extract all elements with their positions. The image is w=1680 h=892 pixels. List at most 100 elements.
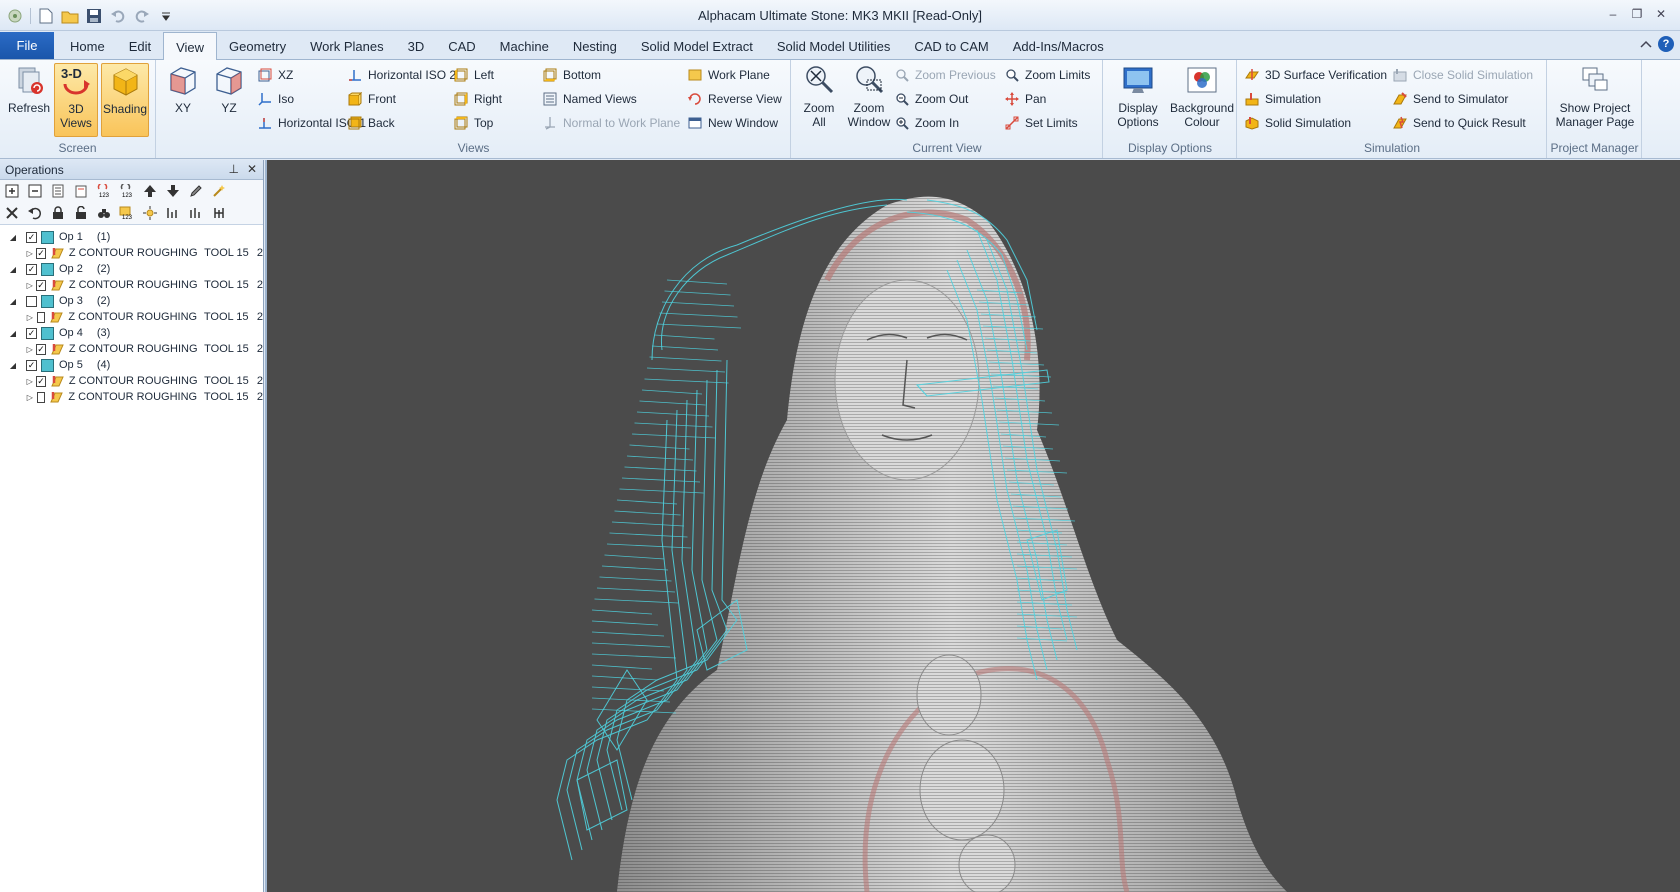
tab-add-ins-macros[interactable]: Add-Ins/Macros [1001, 32, 1116, 60]
tool-group-icon[interactable] [209, 203, 229, 223]
zoom-in-button[interactable]: Zoom In [894, 113, 959, 133]
view-left-button[interactable]: Left [453, 65, 494, 85]
view-xz-button[interactable]: XZ [257, 65, 293, 85]
toolpath-checkbox[interactable]: ✓ [36, 343, 46, 355]
shading-button[interactable]: Shading [101, 63, 149, 137]
collapse-arrow-icon[interactable]: ◢ [8, 232, 18, 242]
explode-icon[interactable] [140, 203, 160, 223]
display-options-button[interactable]: Display Options [1110, 63, 1166, 129]
zoom-window-button[interactable]: Zoom Window [844, 63, 894, 129]
undo-operation-icon[interactable] [25, 203, 45, 223]
toolpath-checkbox[interactable] [36, 311, 46, 323]
new-window-button[interactable]: New Window [687, 113, 778, 133]
view-back-button[interactable]: Back [347, 113, 395, 133]
tab-work-planes[interactable]: Work Planes [298, 32, 395, 60]
tab-machine[interactable]: Machine [488, 32, 561, 60]
collapse-arrow-icon[interactable]: ◢ [8, 296, 18, 306]
tab-nesting[interactable]: Nesting [561, 32, 629, 60]
toolpath-row[interactable]: ▷ ✓ Z CONTOUR ROUGHING TOOL 15 2 [0, 245, 263, 261]
view-iso-button[interactable]: Iso [257, 89, 294, 109]
toolpath-checkbox[interactable] [36, 391, 46, 403]
view-right-button[interactable]: Right [453, 89, 502, 109]
view-bottom-button[interactable]: Bottom [542, 65, 601, 85]
tab-cad-to-cam[interactable]: CAD to CAM [902, 32, 1000, 60]
show-project-manager-page-button[interactable]: Show Project Manager Page [1551, 63, 1639, 129]
operation-checkbox[interactable] [26, 295, 37, 307]
wand-icon[interactable] [209, 181, 229, 201]
solid-simulation-button[interactable]: Solid Simulation [1244, 113, 1351, 133]
zoom-previous-button[interactable]: Zoom Previous [894, 65, 996, 85]
help-icon[interactable]: ? [1658, 36, 1674, 52]
send-to-simulator-button[interactable]: Send to Simulator [1392, 89, 1508, 109]
tool-order-icon[interactable] [163, 203, 183, 223]
toolpath-checkbox[interactable]: ✓ [36, 279, 46, 291]
tab-view[interactable]: View [163, 32, 218, 61]
operation-row[interactable]: ◢ ✓ Op 1 (1) [0, 229, 263, 245]
operation-row[interactable]: ◢ ✓ Op 4 (3) [0, 325, 263, 341]
expand-arrow-icon[interactable]: ▷ [26, 280, 33, 290]
renumber-icon[interactable]: 123 [94, 181, 114, 201]
view-yz-button[interactable]: YZ [209, 63, 249, 115]
collapse-ribbon-icon[interactable] [1640, 39, 1652, 49]
normal-to-work-plane-button[interactable]: Normal to Work Plane [542, 113, 680, 133]
3d-surface-verification-button[interactable]: 3D Surface Verification [1244, 65, 1387, 85]
file-tab[interactable]: File [0, 32, 54, 59]
operation-row[interactable]: ◢ ✓ Op 5 (4) [0, 357, 263, 373]
collapse-arrow-icon[interactable]: ◢ [8, 328, 18, 338]
collapse-arrow-icon[interactable]: ◢ [8, 360, 18, 370]
tab-solid-model-utilities[interactable]: Solid Model Utilities [765, 32, 902, 60]
expand-arrow-icon[interactable]: ▷ [26, 248, 33, 258]
reorder-icon[interactable]: 123 [117, 181, 137, 201]
background-colour-button[interactable]: Background Colour [1170, 63, 1234, 129]
minimize-button[interactable]: – [1602, 4, 1624, 24]
close-panel-icon[interactable]: ✕ [247, 162, 257, 176]
collapse-arrow-icon[interactable]: ◢ [8, 264, 18, 274]
toolpath-row[interactable]: ▷ ✓ Z CONTOUR ROUGHING TOOL 15 2 [0, 277, 263, 293]
expand-all-icon[interactable] [2, 181, 22, 201]
refresh-button[interactable]: Refresh [6, 63, 52, 115]
unlock-icon[interactable] [71, 203, 91, 223]
send-to-quick-result-button[interactable]: Send to Quick Result [1392, 113, 1526, 133]
toolpath-row[interactable]: ▷ ✓ Z CONTOUR ROUGHING TOOL 15 2 [0, 373, 263, 389]
move-down-icon[interactable] [163, 181, 183, 201]
view-horizontal-iso2-button[interactable]: Horizontal ISO 2 [347, 65, 456, 85]
zoom-all-button[interactable]: Zoom All [798, 63, 840, 129]
tab-cad[interactable]: CAD [436, 32, 487, 60]
reverse-view-button[interactable]: Reverse View [687, 89, 782, 109]
expand-arrow-icon[interactable]: ▷ [26, 376, 33, 386]
close-solid-simulation-button[interactable]: Close Solid Simulation [1392, 65, 1533, 85]
simulation-button[interactable]: Simulation [1244, 89, 1321, 109]
pencil-icon[interactable] [186, 181, 206, 201]
set-limits-button[interactable]: Set Limits [1004, 113, 1078, 133]
tab-3d[interactable]: 3D [396, 32, 437, 60]
expand-arrow-icon[interactable]: ▷ [26, 392, 34, 402]
operation-checkbox[interactable]: ✓ [26, 263, 37, 275]
collapse-all-icon[interactable] [25, 181, 45, 201]
pin-panel-icon[interactable]: ⊥ [228, 162, 238, 176]
toolpath-checkbox[interactable]: ✓ [36, 247, 46, 259]
pan-button[interactable]: Pan [1004, 89, 1046, 109]
number-list-icon[interactable]: 123 [117, 203, 137, 223]
operation-row[interactable]: ◢ ✓ Op 2 (2) [0, 261, 263, 277]
tab-solid-model-extract[interactable]: Solid Model Extract [629, 32, 765, 60]
tool-sort-icon[interactable] [186, 203, 206, 223]
3d-viewport[interactable] [265, 160, 1680, 892]
delete-icon[interactable] [2, 203, 22, 223]
operation-checkbox[interactable]: ✓ [26, 327, 37, 339]
3d-views-button[interactable]: 3-D 3D Views [54, 63, 98, 137]
tab-home[interactable]: Home [58, 32, 117, 60]
operation-checkbox[interactable]: ✓ [26, 231, 37, 243]
properties-icon[interactable] [48, 181, 68, 201]
view-xy-button[interactable]: XY [163, 63, 203, 115]
expand-arrow-icon[interactable]: ▷ [26, 312, 34, 322]
tab-geometry[interactable]: Geometry [217, 32, 298, 60]
expand-arrow-icon[interactable]: ▷ [26, 344, 33, 354]
operation-checkbox[interactable]: ✓ [26, 359, 37, 371]
close-window-button[interactable]: ✕ [1650, 4, 1672, 24]
toolpath-row[interactable]: ▷ ✓ Z CONTOUR ROUGHING TOOL 15 2 [0, 341, 263, 357]
find-icon[interactable] [94, 203, 114, 223]
work-plane-button[interactable]: Work Plane [687, 65, 770, 85]
maximize-button[interactable]: ❐ [1626, 4, 1648, 24]
view-top-button[interactable]: Top [453, 113, 493, 133]
view-front-button[interactable]: Front [347, 89, 396, 109]
